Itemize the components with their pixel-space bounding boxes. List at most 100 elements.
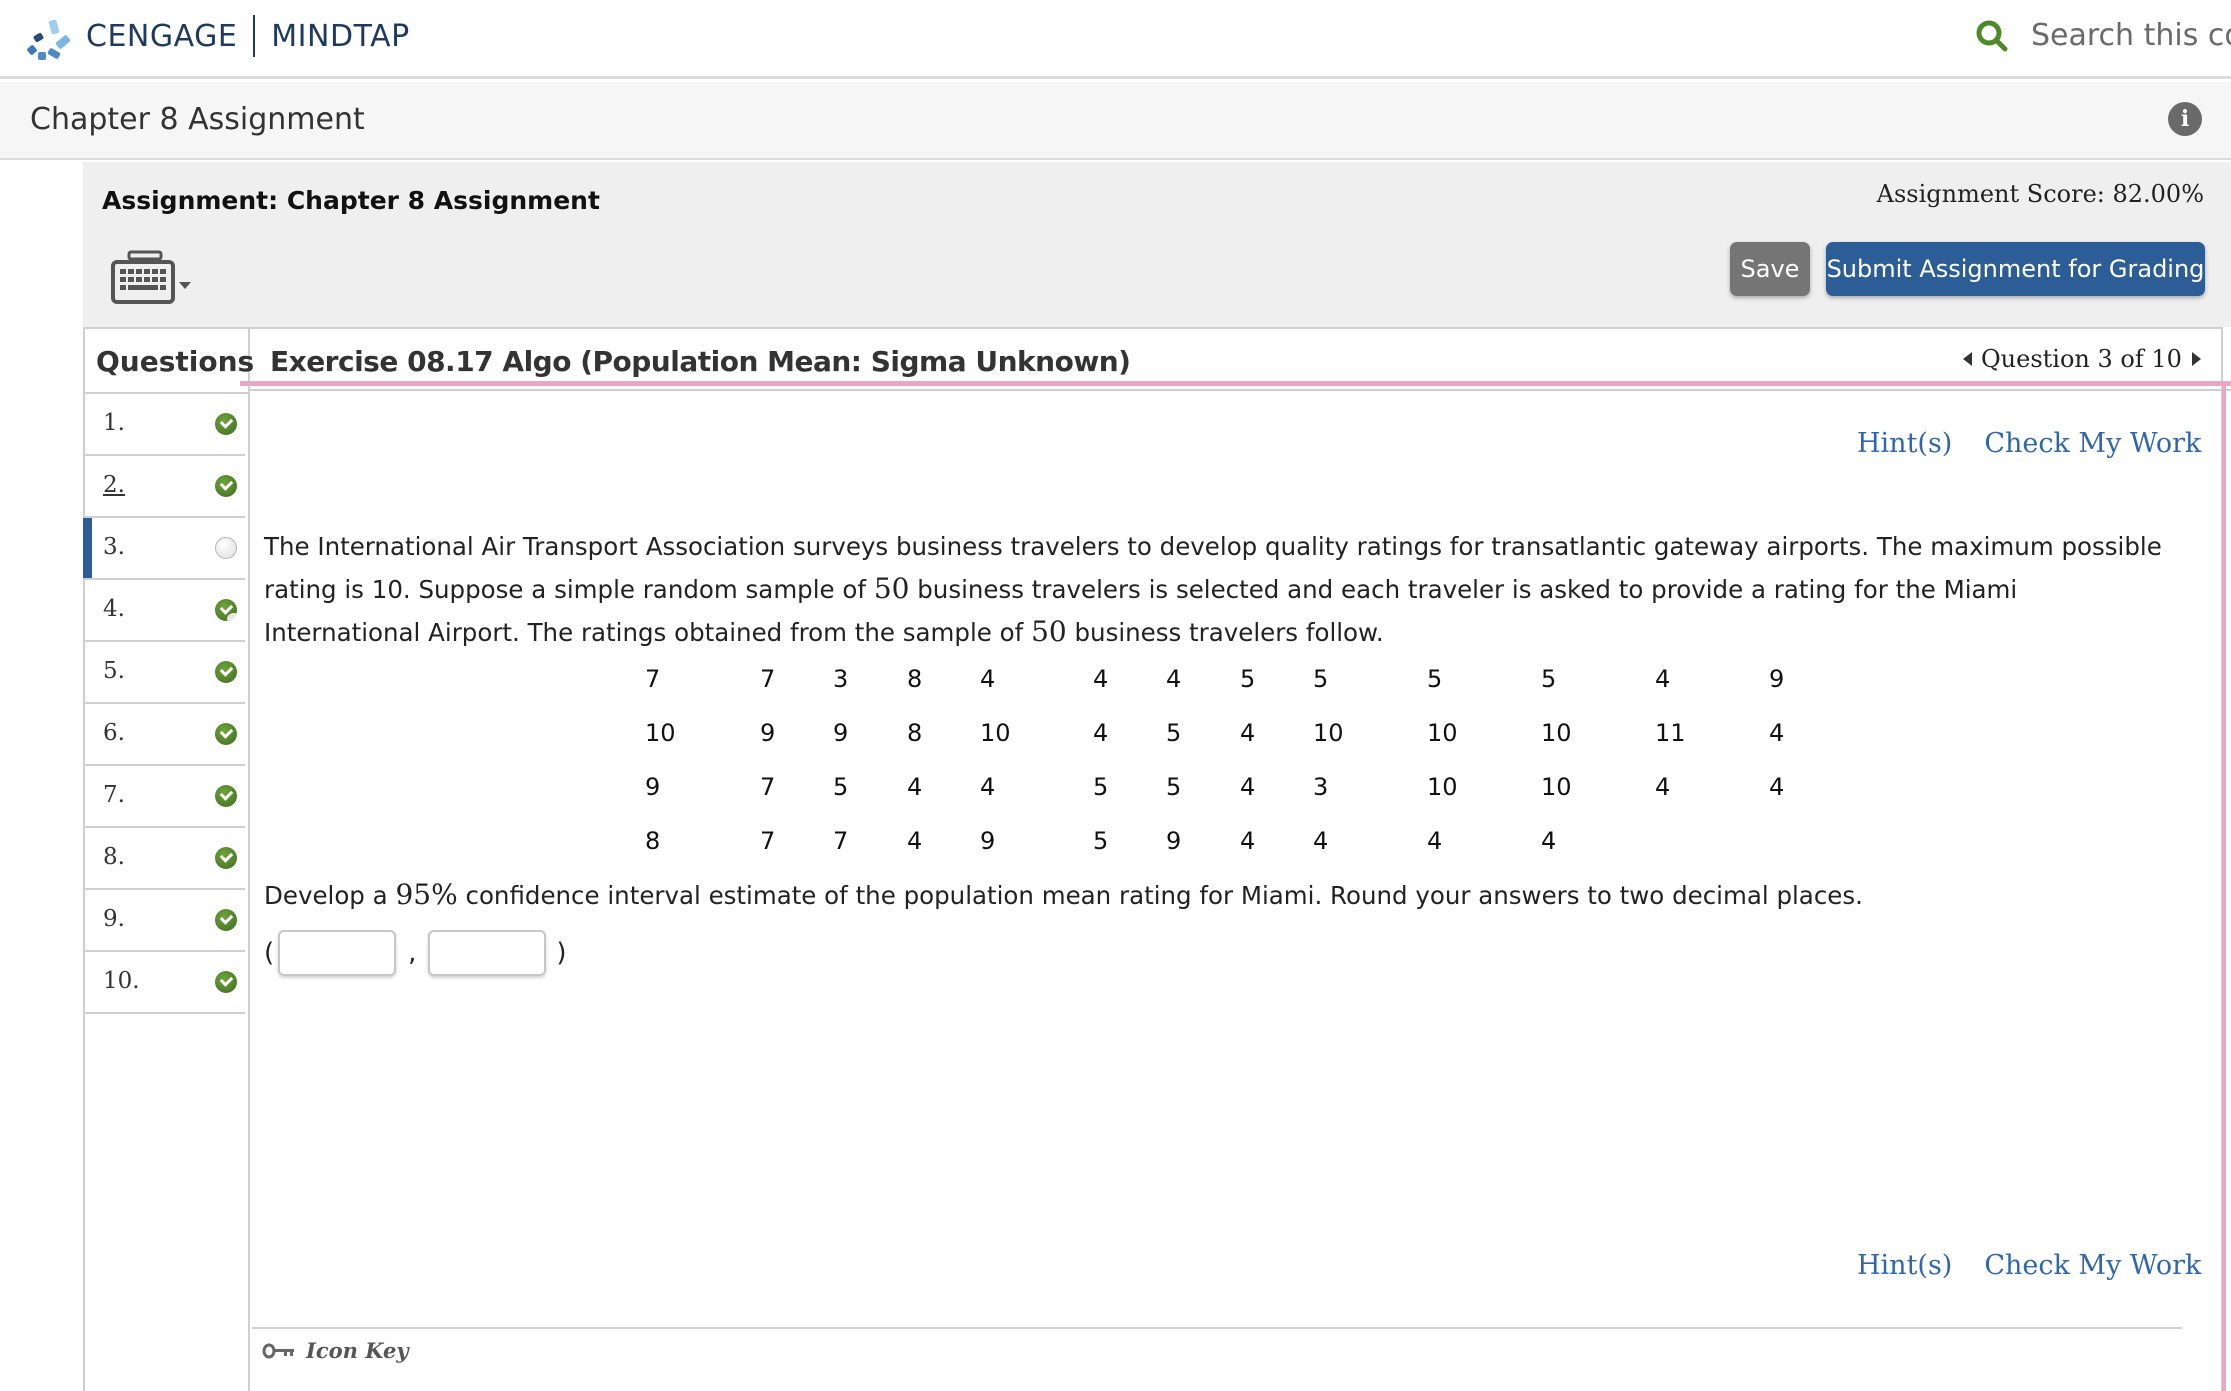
check-circle-icon bbox=[215, 413, 237, 435]
cengage-mindtap-logo[interactable]: CENGAGE MINDTAP bbox=[26, 12, 410, 60]
icon-key-button[interactable]: Icon Key bbox=[262, 1338, 409, 1363]
confidence-level: 95% bbox=[395, 878, 458, 911]
assignment-panel: Assignment: Chapter 8 Assignment Assignm… bbox=[83, 162, 2231, 327]
page-title: Chapter 8 Assignment bbox=[30, 102, 365, 137]
product-name: MINDTAP bbox=[271, 18, 410, 54]
rating-value: 4 bbox=[1655, 773, 1671, 801]
rating-value: 4 bbox=[980, 665, 996, 693]
rating-value: 8 bbox=[645, 827, 661, 855]
rating-value: 7 bbox=[833, 827, 849, 855]
keyboard-icon[interactable] bbox=[109, 248, 197, 308]
active-question-border-right bbox=[2222, 381, 2226, 1391]
question-number[interactable]: 4. bbox=[103, 596, 125, 622]
rating-value: 4 bbox=[1769, 719, 1785, 747]
question-number[interactable]: 8. bbox=[103, 844, 125, 870]
info-icon[interactable]: i bbox=[2168, 102, 2202, 136]
check-my-work-link[interactable]: Check My Work bbox=[1984, 1250, 2201, 1281]
question-number[interactable]: 10. bbox=[103, 968, 140, 994]
rating-value: 4 bbox=[1240, 773, 1256, 801]
search-input[interactable]: Search this cou bbox=[2031, 18, 2231, 53]
rating-value: 5 bbox=[833, 773, 849, 801]
sidebar-question-item[interactable]: 4. bbox=[83, 580, 245, 642]
sample-size: 50 bbox=[1031, 615, 1067, 648]
brand-name: CENGAGE bbox=[86, 18, 238, 54]
assignment-score: Assignment Score: 82.00% bbox=[1876, 180, 2204, 208]
key-icon bbox=[262, 1343, 294, 1358]
divider bbox=[250, 389, 2231, 391]
logo-divider bbox=[253, 15, 256, 57]
sidebar-question-item[interactable]: 10. bbox=[83, 952, 245, 1014]
lower-bound-input[interactable] bbox=[278, 930, 397, 976]
prompt-text: Develop a bbox=[264, 881, 396, 910]
rating-value: 9 bbox=[1166, 827, 1182, 855]
cengage-logo-icon bbox=[26, 12, 76, 60]
check-circle-icon bbox=[215, 475, 237, 497]
submit-assignment-button[interactable]: Submit Assignment for Grading bbox=[1826, 242, 2205, 296]
comma-separator: , bbox=[408, 938, 417, 968]
rating-value: 4 bbox=[1093, 719, 1109, 747]
sidebar-question-item[interactable]: 7. bbox=[83, 766, 245, 828]
search-box[interactable]: Search this cou bbox=[1975, 18, 2231, 53]
answer-interval: ( , ) bbox=[264, 930, 567, 976]
question-number[interactable]: 5. bbox=[103, 658, 125, 684]
rating-value: 7 bbox=[760, 773, 776, 801]
rating-value: 9 bbox=[1769, 665, 1785, 693]
rating-value: 5 bbox=[1166, 719, 1182, 747]
question-number[interactable]: 3. bbox=[103, 534, 125, 560]
rating-value: 4 bbox=[980, 773, 996, 801]
active-question-border bbox=[240, 381, 2231, 386]
sidebar-question-item[interactable]: 1. bbox=[83, 394, 245, 456]
bottom-help-links: Hint(s) Check My Work bbox=[1857, 1250, 2201, 1281]
exercise-title: Exercise 08.17 Algo (Population Mean: Si… bbox=[270, 345, 1131, 378]
rating-value: 8 bbox=[907, 719, 923, 747]
upper-bound-input[interactable] bbox=[428, 930, 547, 976]
rating-value: 5 bbox=[1093, 773, 1109, 801]
rating-value: 8 bbox=[907, 665, 923, 693]
rating-value: 10 bbox=[1541, 719, 1572, 747]
search-icon[interactable] bbox=[1975, 19, 2009, 53]
rating-value: 10 bbox=[1541, 773, 1572, 801]
rating-value: 9 bbox=[833, 719, 849, 747]
rating-value: 3 bbox=[1313, 773, 1329, 801]
questions-heading: Questions bbox=[83, 327, 254, 394]
rating-value: 4 bbox=[907, 827, 923, 855]
question-number[interactable]: 1. bbox=[103, 410, 125, 436]
sidebar-question-item[interactable]: 3. bbox=[83, 518, 245, 580]
question-number[interactable]: 9. bbox=[103, 906, 125, 932]
rating-value: 3 bbox=[833, 665, 849, 693]
sidebar-question-item[interactable]: 2. bbox=[83, 456, 245, 518]
rating-value: 9 bbox=[760, 719, 776, 747]
question-navigator: Question 3 of 10 bbox=[1963, 345, 2201, 373]
rating-value: 5 bbox=[1093, 827, 1109, 855]
sidebar-question-item[interactable]: 8. bbox=[83, 828, 245, 890]
question-text: The International Air Transport Associat… bbox=[264, 526, 2164, 654]
check-circle-icon bbox=[215, 661, 237, 683]
sample-size: 50 bbox=[873, 572, 910, 605]
rating-value: 7 bbox=[645, 665, 661, 693]
sidebar-question-item[interactable]: 9. bbox=[83, 890, 245, 952]
previous-question-icon[interactable] bbox=[1963, 352, 1972, 366]
rating-value: 4 bbox=[1240, 719, 1256, 747]
partial-check-icon bbox=[215, 599, 237, 621]
rating-value: 4 bbox=[1427, 827, 1443, 855]
rating-value: 10 bbox=[1313, 719, 1344, 747]
hints-link[interactable]: Hint(s) bbox=[1857, 1250, 1952, 1281]
check-my-work-link[interactable]: Check My Work bbox=[1984, 428, 2201, 459]
question-number[interactable]: 7. bbox=[103, 782, 125, 808]
rating-value: 7 bbox=[760, 827, 776, 855]
empty-circle-icon bbox=[215, 537, 237, 559]
next-question-icon[interactable] bbox=[2191, 352, 2201, 366]
question-number[interactable]: 6. bbox=[103, 720, 125, 746]
rating-value: 4 bbox=[1313, 827, 1329, 855]
course-subheader: Chapter 8 Assignment bbox=[0, 82, 2231, 160]
save-button[interactable]: Save bbox=[1730, 242, 1810, 296]
question-frame bbox=[83, 327, 2223, 1391]
question-number[interactable]: 2. bbox=[103, 472, 125, 498]
hints-link[interactable]: Hint(s) bbox=[1857, 428, 1952, 459]
close-paren: ) bbox=[556, 938, 567, 968]
rating-value: 4 bbox=[1655, 665, 1671, 693]
check-circle-icon bbox=[215, 971, 237, 993]
rating-value: 10 bbox=[980, 719, 1011, 747]
sidebar-question-item[interactable]: 6. bbox=[83, 704, 245, 766]
sidebar-question-item[interactable]: 5. bbox=[83, 642, 245, 704]
